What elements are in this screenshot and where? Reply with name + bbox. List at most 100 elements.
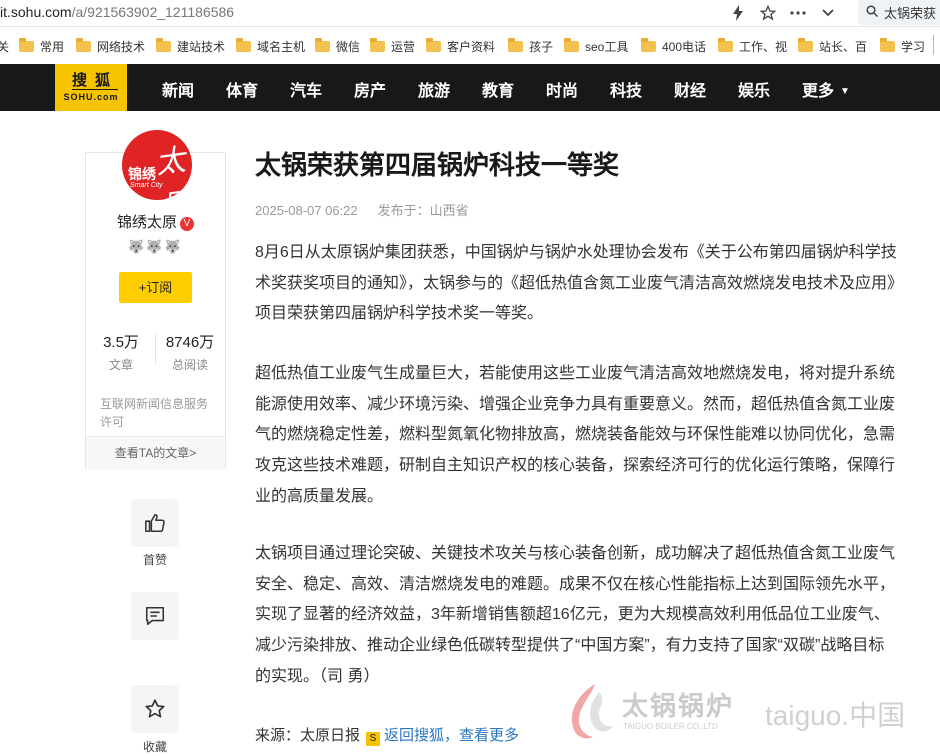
- nav-fashion[interactable]: 时尚: [546, 77, 578, 101]
- more-dots-icon[interactable]: [786, 2, 810, 24]
- bookmark-label: 域名主机: [257, 38, 305, 55]
- folder-icon: [564, 41, 579, 52]
- author-name[interactable]: 锦绣太原V: [86, 211, 225, 232]
- folder-icon: [718, 41, 733, 52]
- caret-down-icon: ▼: [840, 86, 850, 97]
- reads-count: 8746万: [160, 331, 220, 352]
- folder-icon: [426, 41, 441, 52]
- nav-finance[interactable]: 财经: [674, 77, 706, 101]
- bookmark-item[interactable]: 网络技术: [76, 38, 145, 55]
- articles-count: 3.5万: [91, 331, 151, 352]
- address-bar-actions: [726, 2, 846, 24]
- back-to-sohu-link[interactable]: 返回搜狐，查看更多: [384, 727, 519, 744]
- nav-travel[interactable]: 旅游: [418, 77, 450, 101]
- bookmark-label: 站长、百: [819, 38, 867, 55]
- browser-search-box[interactable]: 太锅荣获: [858, 0, 940, 25]
- chevron-down-icon[interactable]: [816, 2, 840, 24]
- publish-date: 2025-08-07 06:22: [255, 203, 358, 218]
- bookmark-item[interactable]: 建站技术: [156, 38, 225, 55]
- bookmark-label: 常用: [40, 38, 64, 55]
- avatar-subtext: Smart City: [130, 182, 163, 189]
- avatar[interactable]: 太原 锦绣 Smart City: [122, 130, 192, 200]
- license-text: 互联网新闻信息服务许可: [100, 395, 215, 431]
- article-paragraph: 8月6日从太原锅炉集团获悉，中国锅炉与锅炉水处理协会发布《关于公布第四届锅炉科学…: [255, 238, 900, 330]
- avatar-brush-text: 太原: [152, 134, 192, 200]
- nav-entertainment[interactable]: 娱乐: [738, 77, 770, 101]
- bookmark-item[interactable]: 工作、视: [718, 38, 787, 55]
- comment-button[interactable]: [131, 592, 179, 640]
- bookmark-item[interactable]: seo工具: [564, 38, 628, 55]
- watermark-company-cn: 太锅锅炉: [622, 686, 734, 723]
- bookmark-label: seo工具: [585, 38, 628, 55]
- folder-icon: [236, 41, 251, 52]
- article-meta: 2025-08-07 06:22 发布于：山西省: [255, 200, 489, 219]
- like-label: 首赞: [120, 551, 190, 568]
- author-badges: 🐺🐺🐺: [86, 239, 225, 255]
- nav-house[interactable]: 房产: [354, 77, 386, 101]
- bookmark-label: 400电话: [662, 38, 706, 55]
- article-paragraph: 太锅项目通过理论突破、关键技术攻关与核心装备创新，成功解决了超低热值含氮工业废气…: [255, 539, 900, 693]
- url-path: /a/921563902_121186586: [72, 4, 234, 20]
- article-paragraph: 超低热值工业废气生成量巨大，若能使用这些工业废气清洁高效地燃烧发电，将对提升系统…: [255, 359, 900, 513]
- bookmark-item[interactable]: 域名主机: [236, 38, 305, 55]
- bookmark-item[interactable]: 运营: [370, 38, 415, 55]
- nav-news[interactable]: 新闻: [162, 77, 194, 101]
- bookmark-item[interactable]: 微信: [315, 38, 360, 55]
- nav-sports[interactable]: 体育: [226, 77, 258, 101]
- star-icon: [144, 698, 166, 720]
- bookmark-label: 网络技术: [97, 38, 145, 55]
- author-name-text: 锦绣太原: [117, 214, 177, 231]
- comment-icon: [144, 605, 166, 627]
- bookmark-item[interactable]: 孩子: [508, 38, 553, 55]
- bookmarks-bar: 关 常用 网络技术 建站技术 域名主机 微信 运营 客户资料 孩子 seo工具 …: [0, 27, 940, 65]
- nav-more-label: 更多: [802, 83, 834, 100]
- search-text: 太锅荣获: [884, 3, 936, 22]
- bookmark-label: 孩子: [529, 38, 553, 55]
- watermark-company-en: TAIGUO BOILER CO.,LTD: [623, 722, 718, 731]
- articles-label: 文章: [91, 356, 151, 373]
- sohu-navbar: 搜狐 SOHU.com 新闻 体育 汽车 房产 旅游 教育 时尚 科技 财经 娱…: [0, 64, 940, 111]
- subscribe-button[interactable]: +订阅: [119, 272, 192, 303]
- bookmark-item[interactable]: 常用: [19, 38, 64, 55]
- bookmarks-divider: [933, 35, 934, 55]
- nav-education[interactable]: 教育: [482, 77, 514, 101]
- nav-more[interactable]: 更多 ▼: [802, 77, 850, 101]
- collect-button[interactable]: [131, 685, 179, 733]
- article-title: 太锅荣获第四届锅炉科技一等奖: [255, 145, 619, 182]
- folder-icon: [156, 41, 171, 52]
- star-icon[interactable]: [756, 2, 780, 24]
- folder-icon: [76, 41, 91, 52]
- bookmark-item[interactable]: 关: [0, 38, 9, 55]
- folder-icon: [370, 41, 385, 52]
- bookmark-item[interactable]: 学习: [880, 38, 925, 55]
- nav-tech[interactable]: 科技: [610, 77, 642, 101]
- taiguo-logo-icon: [565, 682, 617, 740]
- verified-icon: V: [180, 217, 194, 231]
- bookmark-label: 关: [0, 38, 9, 55]
- like-button[interactable]: [131, 499, 179, 547]
- nav-auto[interactable]: 汽车: [290, 77, 322, 101]
- bookmark-label: 建站技术: [177, 38, 225, 55]
- url-text[interactable]: it.sohu.com/a/921563902_121186586: [0, 4, 234, 20]
- bookmark-label: 微信: [336, 38, 360, 55]
- bookmark-item[interactable]: 400电话: [641, 38, 706, 55]
- logo-cn: 搜狐: [72, 73, 118, 90]
- sohu-logo[interactable]: 搜狐 SOHU.com: [55, 64, 127, 111]
- lightning-icon[interactable]: [726, 2, 750, 24]
- avatar-text: 锦绣: [128, 164, 156, 184]
- folder-icon: [880, 41, 895, 52]
- collect-label: 收藏: [120, 738, 190, 755]
- reads-label: 总阅读: [160, 356, 220, 373]
- publish-location: 发布于：山西省: [378, 203, 469, 218]
- bookmark-label: 运营: [391, 38, 415, 55]
- view-author-articles-link[interactable]: 查看TA的文章>: [86, 436, 225, 469]
- source-label: 来源：太原日报: [255, 727, 360, 744]
- bookmark-item[interactable]: 站长、百: [798, 38, 867, 55]
- logo-en: SOHU.com: [63, 92, 118, 102]
- folder-icon: [508, 41, 523, 52]
- bookmark-label: 工作、视: [739, 38, 787, 55]
- bookmark-label: 客户资料: [447, 38, 495, 55]
- bookmark-item[interactable]: 客户资料: [426, 38, 495, 55]
- url-domain: it.sohu.com: [0, 4, 72, 20]
- address-bar[interactable]: it.sohu.com/a/921563902_121186586 太锅荣获: [0, 0, 940, 27]
